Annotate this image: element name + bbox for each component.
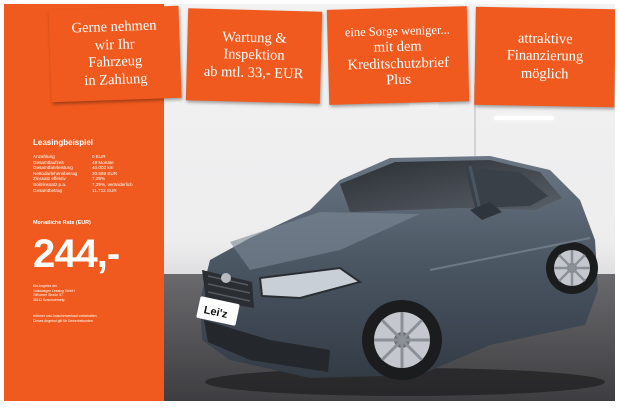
banner-line: möglich xyxy=(520,65,569,83)
banner-maintenance: Wartung & Inspektion ab mtl. 33,- EUR xyxy=(185,8,323,104)
monthly-price: 244,- xyxy=(33,232,120,276)
disclaimer: Irrtümer und Zwischenverkauf vorbehalten… xyxy=(33,314,133,323)
banner-line: Plus xyxy=(385,71,412,89)
banner-line: in Zahlung xyxy=(84,70,148,89)
provider-line: 38112 Braunschweig xyxy=(33,297,65,302)
ad-image: Lei'z Leasingbeispiel Anzahlung 0 EUR Ges… xyxy=(4,4,615,401)
spec-row: Gesamtbetrag 11.712 EUR xyxy=(33,188,133,194)
monthly-rate-label: Monatliche Rate (EUR) xyxy=(33,220,91,226)
banner-financing: attraktive Finanzierung möglich xyxy=(474,6,615,108)
leasing-title: Leasingbeispiel xyxy=(33,138,94,147)
banner-line: ab mtl. 33,- EUR xyxy=(203,63,304,83)
leasing-specs: Anzahlung 0 EUR Gesamtlaufzeit 48 Monate G… xyxy=(33,154,133,193)
spec-label: Gesamtbetrag xyxy=(33,187,63,193)
car-image: Lei'z xyxy=(196,156,605,396)
banner-credit-protection: eine Sorge weniger... mit dem Kreditschu… xyxy=(326,6,470,105)
ceiling-light xyxy=(494,116,554,120)
provider-info: Ein Angebot der Volkswagen Leasing GmbH … xyxy=(33,284,75,302)
spec-value: 11.712 EUR xyxy=(92,187,117,193)
banner-trade-in: Gerne nehmen wir Ihr Fahrzeug in Zahlung xyxy=(48,5,182,103)
disclaimer-line: Dieses Angebot gilt für Gewerbekunden. xyxy=(33,318,94,323)
